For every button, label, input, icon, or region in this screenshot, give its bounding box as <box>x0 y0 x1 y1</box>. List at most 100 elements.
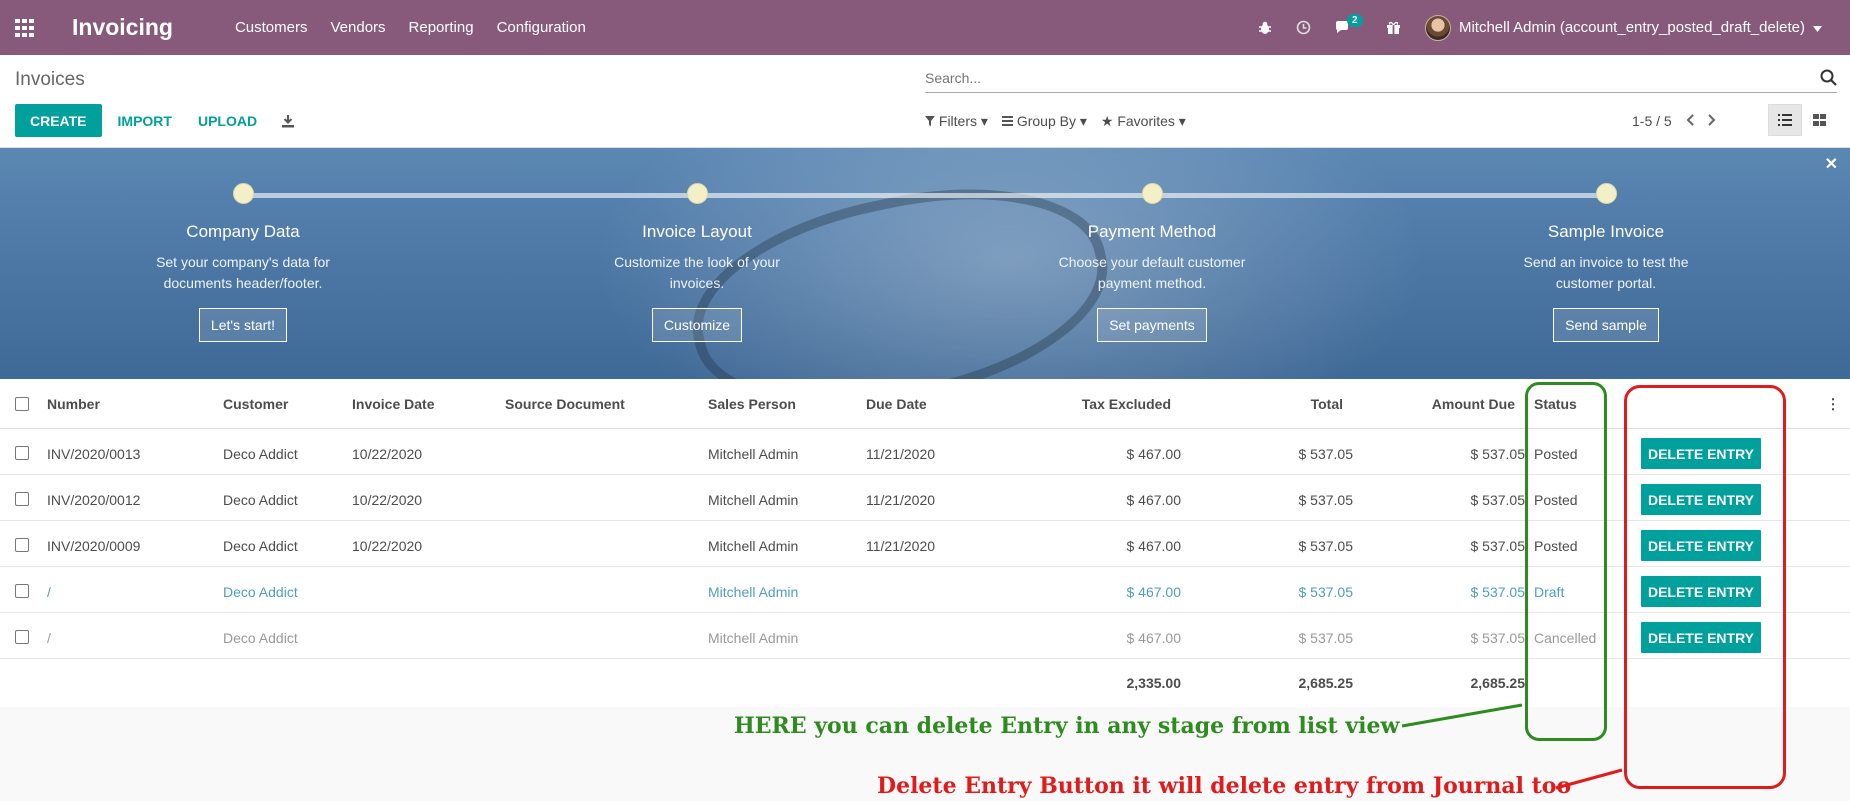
cell-total: $ 537.05 <box>1298 538 1354 554</box>
cell-total: $ 537.05 <box>1298 584 1354 600</box>
bars-icon <box>1001 116 1013 126</box>
search-bar <box>925 65 1837 93</box>
step-dot <box>686 183 708 204</box>
total-total: 2,685.25 <box>1298 675 1354 691</box>
onboarding-step-layout: Invoice Layout Customize the look of you… <box>547 183 847 342</box>
messages-count-badge: 2 <box>1346 13 1363 27</box>
cell-sales-person: Mitchell Admin <box>708 446 799 462</box>
filters-label: Filters <box>938 113 978 129</box>
step-title: Company Data <box>186 222 300 241</box>
create-button[interactable]: CREATE <box>15 104 102 137</box>
list-view-icon[interactable] <box>1768 104 1802 136</box>
cell-tax-excluded: $ 467.00 <box>1126 446 1182 462</box>
cell-number: INV/2020/0009 <box>47 538 141 554</box>
action-buttons: CREATE IMPORT UPLOAD <box>15 104 295 137</box>
search-icon[interactable] <box>1820 69 1837 91</box>
caret-down-icon <box>1813 19 1822 36</box>
close-banner-icon[interactable]: ✕ <box>1825 154 1838 174</box>
menu-vendors[interactable]: Vendors <box>330 19 385 36</box>
star-icon: ★ <box>1100 113 1114 129</box>
user-menu[interactable]: Mitchell Admin (account_entry_posted_dra… <box>1424 14 1822 41</box>
menu-reporting[interactable]: Reporting <box>409 19 474 36</box>
column-sales-person[interactable]: Sales Person <box>708 396 796 412</box>
row-checkbox[interactable] <box>15 630 29 644</box>
cell-due-date: 11/21/2020 <box>866 492 936 508</box>
column-customer[interactable]: Customer <box>223 396 288 412</box>
groupby-dropdown[interactable]: Group By ▾ <box>1001 113 1087 130</box>
cell-invoice-date: 10/22/2020 <box>352 538 423 554</box>
cell-due-date: 11/21/2020 <box>866 538 936 554</box>
column-due-date[interactable]: Due Date <box>866 396 927 412</box>
cell-amount-due: $ 537.05 <box>1470 538 1526 554</box>
step-dot <box>1141 183 1163 204</box>
cell-sales-person: Mitchell Admin <box>708 630 799 646</box>
cell-amount-due: $ 537.05 <box>1470 630 1526 646</box>
upload-button[interactable]: UPLOAD <box>198 104 257 137</box>
cell-total: $ 537.05 <box>1298 492 1354 508</box>
step-description: Send an invoice to test the customer por… <box>1523 254 1689 291</box>
row-checkbox[interactable] <box>15 584 29 598</box>
pager-next-icon[interactable] <box>1707 113 1716 129</box>
debug-bug-icon[interactable] <box>1258 21 1272 35</box>
row-checkbox[interactable] <box>15 538 29 552</box>
breadcrumb: Invoices <box>15 69 85 90</box>
status-column-highlight <box>1525 382 1607 741</box>
select-all-checkbox[interactable] <box>15 396 29 411</box>
customize-button[interactable]: Customize <box>651 308 743 342</box>
app-title[interactable]: Invoicing <box>72 14 173 41</box>
favorites-dropdown[interactable]: ★ Favorites ▾ <box>1101 113 1186 130</box>
main-menu: Customers Vendors Reporting Configuratio… <box>235 19 609 36</box>
download-icon[interactable] <box>281 114 295 128</box>
send-sample-button[interactable]: Send sample <box>1553 308 1659 342</box>
menu-customers[interactable]: Customers <box>235 19 308 36</box>
cell-customer: Deco Addict <box>223 584 298 600</box>
kanban-view-icon[interactable] <box>1802 104 1836 136</box>
funnel-icon <box>925 116 935 126</box>
pager-value[interactable]: 1-5 / 5 <box>1632 113 1672 129</box>
column-number[interactable]: Number <box>47 396 100 412</box>
column-amount-due[interactable]: Amount Due <box>1432 396 1515 412</box>
row-checkbox[interactable] <box>15 446 29 460</box>
cell-amount-due: $ 537.05 <box>1470 446 1526 462</box>
favorites-label: Favorites <box>1117 113 1175 129</box>
systray: 2 Mitchell Admin (account_entry_posted_d… <box>1258 0 1822 55</box>
set-payments-button[interactable]: Set payments <box>1097 308 1207 342</box>
lets-start-button[interactable]: Let's start! <box>198 308 288 342</box>
cell-customer: Deco Addict <box>223 492 298 508</box>
cell-tax-excluded: $ 467.00 <box>1126 538 1182 554</box>
cell-tax-excluded: $ 467.00 <box>1126 492 1182 508</box>
messages-icon[interactable]: 2 <box>1335 13 1363 35</box>
activity-clock-icon[interactable] <box>1296 20 1311 35</box>
control-panel: Invoices CREATE IMPORT UPLOAD Filters ▾ … <box>0 55 1850 148</box>
cell-invoice-date: 10/22/2020 <box>352 492 423 508</box>
import-button[interactable]: IMPORT <box>118 104 172 137</box>
apps-menu-icon[interactable] <box>0 0 50 55</box>
column-invoice-date[interactable]: Invoice Date <box>352 396 434 412</box>
cell-due-date: 11/21/2020 <box>866 446 936 462</box>
menu-configuration[interactable]: Configuration <box>497 19 586 36</box>
total-amount-due: 2,685.25 <box>1470 675 1526 691</box>
column-total[interactable]: Total <box>1311 396 1343 412</box>
step-dot <box>1595 183 1617 204</box>
row-checkbox[interactable] <box>15 492 29 506</box>
onboarding-step-sample: Sample Invoice Send an invoice to test t… <box>1456 183 1756 342</box>
column-source-document[interactable]: Source Document <box>505 396 625 412</box>
cell-total: $ 537.05 <box>1298 630 1354 646</box>
pager-previous-icon[interactable] <box>1686 113 1694 129</box>
total-tax-excluded: 2,335.00 <box>1126 675 1182 691</box>
step-description: Choose your default customer payment met… <box>1058 254 1246 291</box>
column-tax-excluded[interactable]: Tax Excluded <box>1082 396 1171 412</box>
view-switcher <box>1768 104 1836 136</box>
step-description: Customize the look of your invoices. <box>614 254 780 291</box>
search-options: Filters ▾ Group By ▾ ★ Favorites ▾ <box>925 113 1186 130</box>
search-input[interactable] <box>925 65 1795 91</box>
cell-invoice-date: 10/22/2020 <box>352 446 423 462</box>
step-description: Set your company's data for documents he… <box>156 254 330 291</box>
cell-customer: Deco Addict <box>223 446 298 462</box>
optional-columns-icon[interactable]: ⋮ <box>1826 395 1840 412</box>
cell-sales-person: Mitchell Admin <box>708 584 799 600</box>
pager: 1-5 / 5 <box>1632 113 1716 129</box>
top-navbar: Invoicing Customers Vendors Reporting Co… <box>0 0 1850 55</box>
gift-icon[interactable] <box>1386 20 1401 35</box>
filters-dropdown[interactable]: Filters ▾ <box>925 113 988 130</box>
